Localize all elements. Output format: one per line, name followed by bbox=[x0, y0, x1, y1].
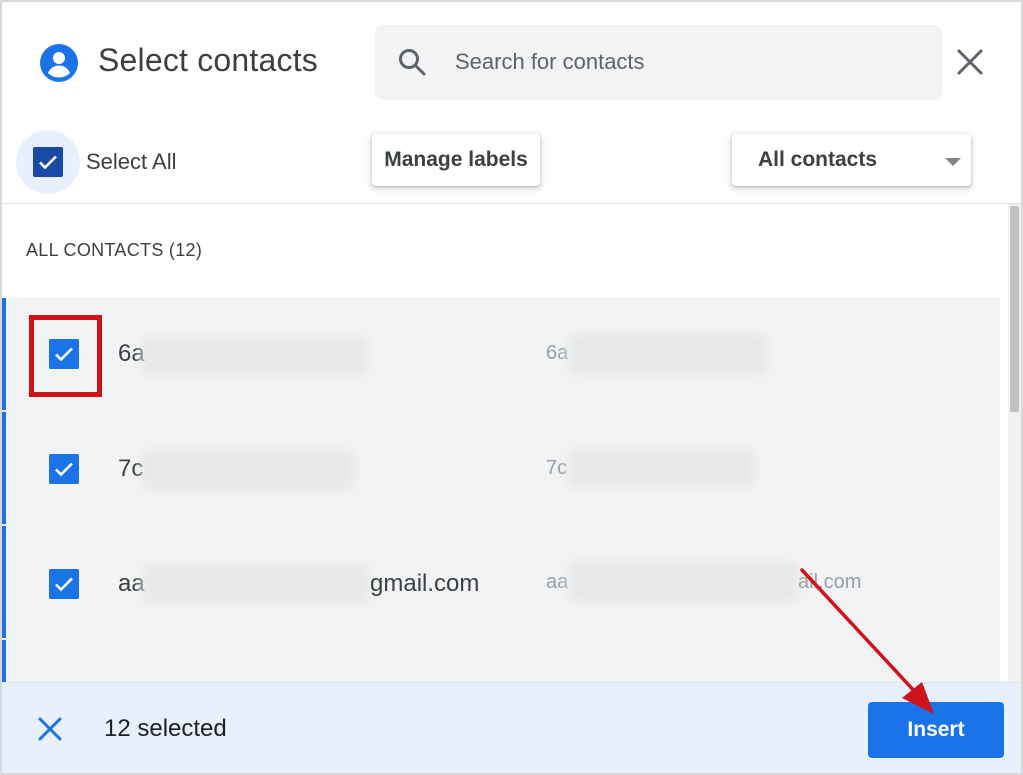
contact-name: 7c bbox=[118, 455, 144, 482]
account-circle-icon bbox=[40, 44, 78, 82]
dialog-title: Select contacts bbox=[98, 42, 318, 78]
select-all-label: Select All bbox=[86, 149, 177, 174]
list-scrollbar[interactable] bbox=[1008, 204, 1021, 682]
manage-labels-button[interactable]: Manage labels bbox=[372, 134, 540, 186]
redacted-email bbox=[568, 334, 768, 374]
row-accent bbox=[2, 640, 6, 682]
redacted-name bbox=[142, 450, 354, 490]
select-all-checkbox[interactable] bbox=[16, 130, 80, 194]
row-checkbox[interactable] bbox=[49, 454, 79, 484]
close-icon[interactable] bbox=[952, 44, 988, 80]
scrollbar-thumb[interactable] bbox=[1010, 206, 1019, 412]
contact-email-suffix: ail.com bbox=[798, 571, 862, 593]
contact-row[interactable]: aa gmail.com aa ail.com bbox=[2, 526, 1000, 640]
selected-count: 12 selected bbox=[104, 715, 227, 742]
row-accent bbox=[2, 412, 6, 524]
redacted-name bbox=[142, 336, 368, 376]
redacted-email bbox=[568, 562, 798, 602]
row-checkbox[interactable] bbox=[49, 569, 79, 599]
checkbox[interactable] bbox=[33, 147, 63, 177]
insert-button[interactable]: Insert bbox=[868, 702, 1004, 758]
selection-footer: 12 selected Insert bbox=[2, 682, 1021, 773]
row-accent bbox=[2, 526, 6, 638]
redacted-name bbox=[142, 564, 370, 604]
row-accent bbox=[2, 298, 6, 410]
annotation-highlight-box bbox=[29, 315, 102, 397]
contact-name: aa bbox=[118, 570, 145, 597]
contact-picker-dialog: Select contacts Select All Manage labels… bbox=[0, 0, 1023, 775]
search-icon[interactable] bbox=[397, 47, 427, 77]
dropdown-selected-value: All contacts bbox=[758, 148, 878, 171]
search-bar[interactable] bbox=[375, 25, 942, 100]
contact-row[interactable] bbox=[2, 640, 1000, 682]
section-header: ALL CONTACTS (12) bbox=[26, 240, 203, 260]
check-icon bbox=[55, 462, 73, 477]
contact-email: 6a bbox=[546, 342, 569, 364]
contact-row[interactable]: 6a 6a bbox=[2, 298, 1000, 412]
clear-selection-icon[interactable] bbox=[36, 715, 64, 743]
check-icon bbox=[39, 155, 57, 170]
contact-name-suffix: gmail.com bbox=[370, 570, 480, 597]
dropdown-arrow-icon bbox=[945, 158, 961, 166]
contact-email: aa bbox=[546, 571, 569, 593]
dialog-header: Select contacts Select All Manage labels… bbox=[2, 2, 1021, 202]
contact-name: 6a bbox=[118, 340, 145, 367]
contact-row[interactable]: 7c 7c bbox=[2, 412, 1000, 526]
check-icon bbox=[55, 577, 73, 592]
redacted-email bbox=[568, 448, 754, 488]
contacts-filter-dropdown[interactable]: All contacts bbox=[732, 134, 971, 186]
search-input[interactable] bbox=[455, 43, 915, 81]
contact-list[interactable]: ALL CONTACTS (12) 6a 6a 7c 7c aa gmail.c… bbox=[2, 204, 1021, 682]
contact-email: 7c bbox=[546, 457, 568, 479]
